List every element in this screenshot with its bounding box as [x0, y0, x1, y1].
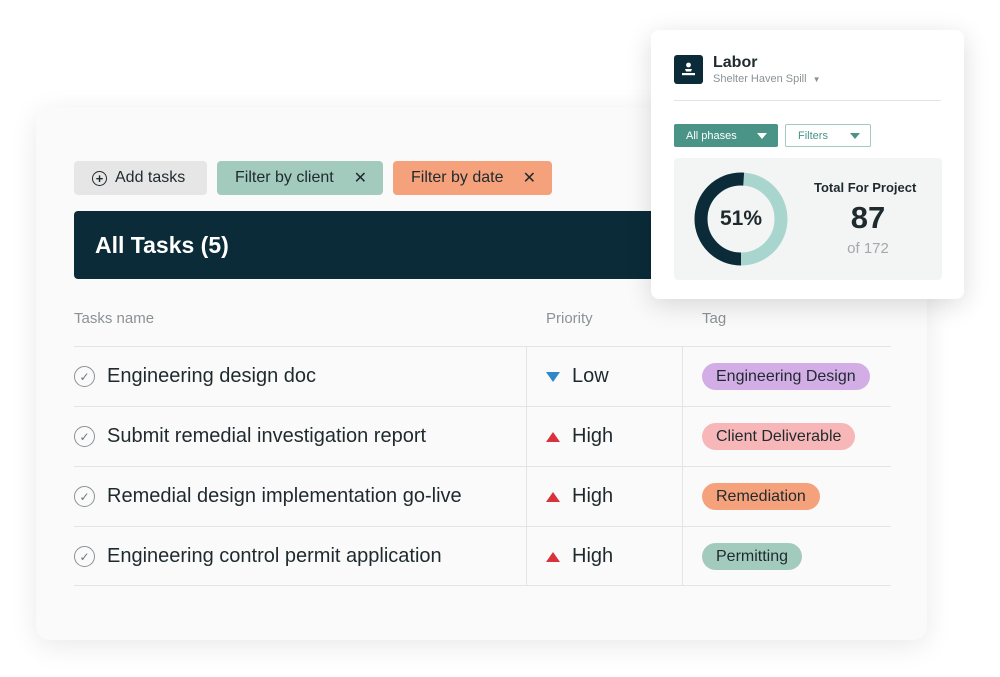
chevron-down-icon: ▼: [812, 74, 821, 84]
tag-badge: Permitting: [702, 543, 803, 570]
table-row[interactable]: ✓ Engineering design doc Low Engineering…: [74, 346, 891, 406]
task-name: Engineering design doc: [107, 365, 317, 387]
filter-row: + Add tasks Filter by client ✕ Filter by…: [74, 161, 552, 195]
percent-label: 51%: [719, 207, 763, 230]
total-label: Total For Project: [814, 180, 917, 195]
filters-dropdown-label: Filters: [798, 129, 828, 142]
tasks-header-title: All Tasks (5): [95, 231, 229, 258]
check-circle-icon[interactable]: ✓: [74, 426, 95, 447]
chevron-down-icon: [850, 132, 860, 139]
check-circle-icon[interactable]: ✓: [74, 546, 95, 567]
check-circle-icon[interactable]: ✓: [74, 366, 95, 387]
filter-by-date-chip[interactable]: Filter by date ✕: [393, 161, 552, 195]
labor-card: Labor Shelter Haven Spill ▼ All phases F…: [651, 30, 964, 299]
chevron-down-icon: [757, 132, 767, 139]
column-header-tag: Tag: [702, 310, 727, 327]
close-icon[interactable]: ✕: [523, 168, 536, 188]
task-name: Engineering control permit application: [107, 545, 442, 567]
priority-label: High: [572, 545, 614, 567]
tag-badge: Remediation: [702, 483, 820, 510]
priority-label: High: [572, 425, 614, 447]
priority-label: High: [572, 485, 614, 507]
tasks-header: All Tasks (5): [74, 211, 694, 279]
task-name: Remedial design implementation go-live: [107, 485, 462, 507]
priority-low-icon: [546, 371, 560, 382]
filter-by-client-label: Filter by client: [235, 169, 334, 186]
priority-cell: High: [546, 545, 613, 568]
phase-dropdown-label: All phases: [686, 129, 737, 142]
priority-cell: High: [546, 425, 613, 448]
divider: [674, 100, 941, 101]
project-selector[interactable]: Shelter Haven Spill ▼: [713, 73, 820, 85]
filters-dropdown[interactable]: Filters: [785, 124, 871, 147]
labor-icon: [674, 55, 703, 84]
plus-circle-icon: +: [92, 170, 107, 186]
filter-by-client-chip[interactable]: Filter by client ✕: [217, 161, 383, 195]
filter-by-date-label: Filter by date: [411, 169, 504, 186]
check-circle-icon[interactable]: ✓: [74, 486, 95, 507]
priority-cell: Low: [546, 365, 609, 388]
table-row[interactable]: ✓ Engineering control permit application…: [74, 526, 891, 586]
priority-cell: High: [546, 485, 613, 508]
add-tasks-label: Add tasks: [115, 169, 186, 186]
tasks-table: ✓ Engineering design doc Low Engineering…: [74, 346, 891, 586]
tag-badge: Engineering Design: [702, 363, 870, 390]
priority-high-icon: [546, 431, 560, 442]
phase-dropdown[interactable]: All phases: [674, 124, 778, 147]
stat-panel: 51% Total For Project 87 of 172: [674, 158, 942, 280]
total-value: 87: [850, 200, 886, 235]
priority-high-icon: [546, 491, 560, 502]
column-header-priority: Priority: [546, 310, 593, 327]
close-icon[interactable]: ✕: [354, 168, 367, 188]
total-of: of 172: [847, 240, 889, 257]
table-row[interactable]: ✓ Submit remedial investigation report H…: [74, 406, 891, 466]
table-row[interactable]: ✓ Remedial design implementation go-live…: [74, 466, 891, 526]
labor-title: Labor: [713, 54, 758, 71]
add-tasks-button[interactable]: + Add tasks: [74, 161, 207, 195]
column-header-name: Tasks name: [74, 310, 155, 327]
project-name: Shelter Haven Spill: [713, 73, 807, 85]
priority-label: Low: [572, 365, 609, 387]
task-name: Submit remedial investigation report: [107, 425, 427, 447]
priority-high-icon: [546, 551, 560, 562]
tag-badge: Client Deliverable: [702, 423, 856, 450]
